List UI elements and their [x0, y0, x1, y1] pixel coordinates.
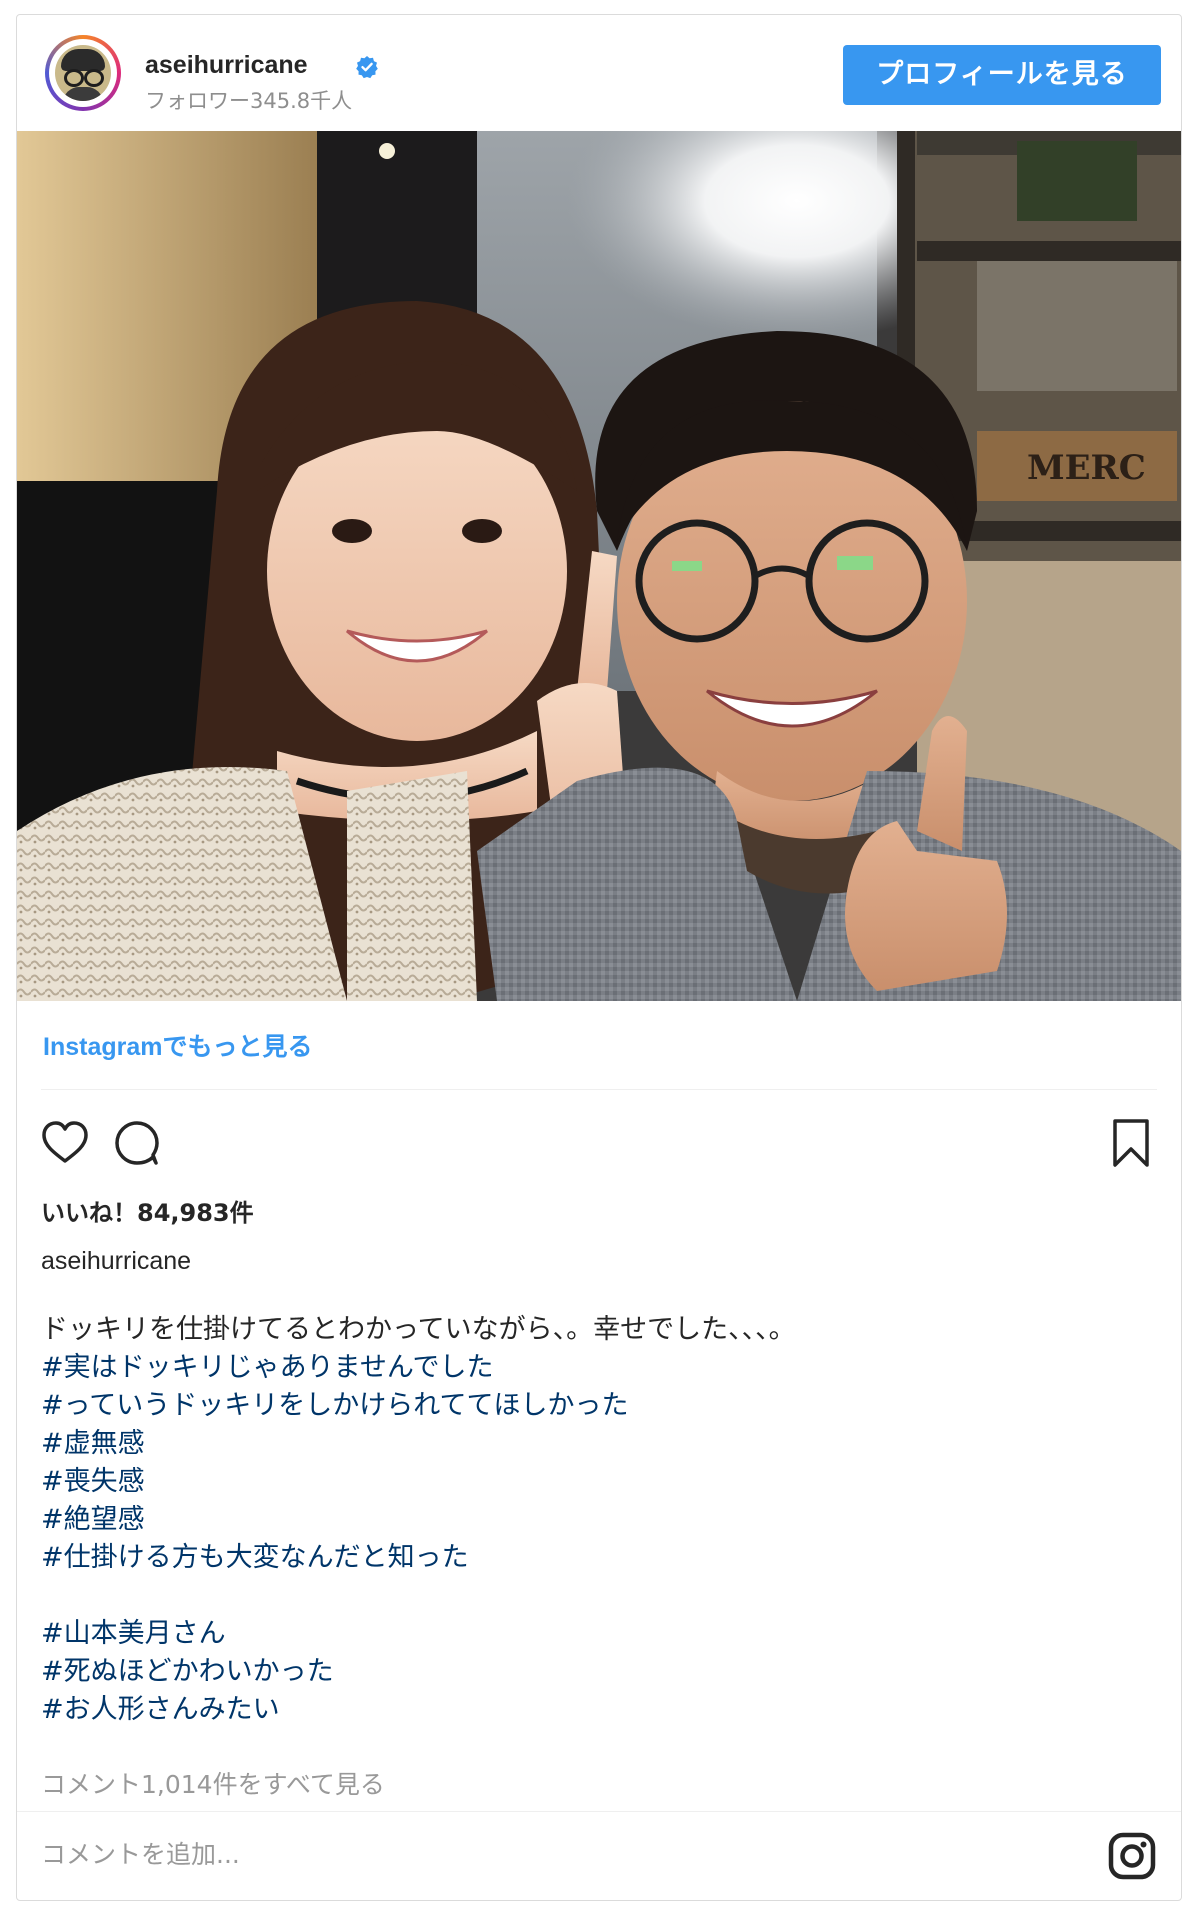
- avatar-illustration: [55, 45, 111, 101]
- caption-line: ドッキリを仕掛けてるとわかっていながら、。幸せでした、、、。: [41, 1314, 796, 1345]
- comment-icon[interactable]: [109, 1115, 165, 1171]
- view-more-on-instagram-link[interactable]: Instagramでもっと見る: [43, 1027, 312, 1063]
- follower-count: フォロワー345.8千人: [145, 89, 353, 113]
- instagram-logo-icon[interactable]: [1107, 1831, 1157, 1881]
- divider: [17, 1811, 1181, 1812]
- view-profile-button[interactable]: プロフィールを見る: [843, 45, 1161, 105]
- hashtag-line[interactable]: #仕掛ける方も大変なんだと知った: [41, 1539, 1151, 1577]
- hashtag-line[interactable]: #実はドッキリじゃありませんでした: [41, 1349, 1151, 1387]
- add-comment-input[interactable]: コメントを追加...: [41, 1835, 240, 1871]
- caption-text: ドッキリを仕掛けてるとわかっていながら、。幸せでした、、、。 #実はドッキリじゃあ…: [41, 1311, 1151, 1729]
- hashtag-line[interactable]: #虚無感: [41, 1425, 1151, 1463]
- hashtag-line[interactable]: #死ぬほどかわいかった: [41, 1653, 1151, 1691]
- caption-username[interactable]: aseihurricane: [41, 1247, 191, 1276]
- username[interactable]: aseihurricane: [145, 51, 308, 80]
- divider: [41, 1089, 1157, 1090]
- post-photo[interactable]: MERC: [17, 131, 1181, 1001]
- hashtag-line[interactable]: #お人形さんみたい: [41, 1691, 1151, 1729]
- hashtag-line[interactable]: #絶望感: [41, 1501, 1151, 1539]
- hashtag-line[interactable]: #山本美月さん: [41, 1615, 1151, 1653]
- like-count[interactable]: いいね！84,983件: [41, 1193, 254, 1228]
- hashtag-line[interactable]: #っていうドッキリをしかけられててほしかった: [41, 1387, 1151, 1425]
- instagram-embed-card: aseihurricane フォロワー345.8千人 プロフィールを見る MER…: [16, 14, 1182, 1901]
- view-all-comments-link[interactable]: コメント1,014件をすべて見る: [41, 1765, 385, 1801]
- heart-icon[interactable]: [37, 1115, 93, 1171]
- post-header: aseihurricane フォロワー345.8千人 プロフィールを見る: [17, 15, 1181, 131]
- bookmark-icon[interactable]: [1103, 1115, 1159, 1171]
- avatar[interactable]: [45, 35, 121, 111]
- verified-badge-icon: [356, 56, 378, 79]
- hashtag-line[interactable]: #喪失感: [41, 1463, 1151, 1501]
- sign-text: MERC: [1027, 448, 1146, 488]
